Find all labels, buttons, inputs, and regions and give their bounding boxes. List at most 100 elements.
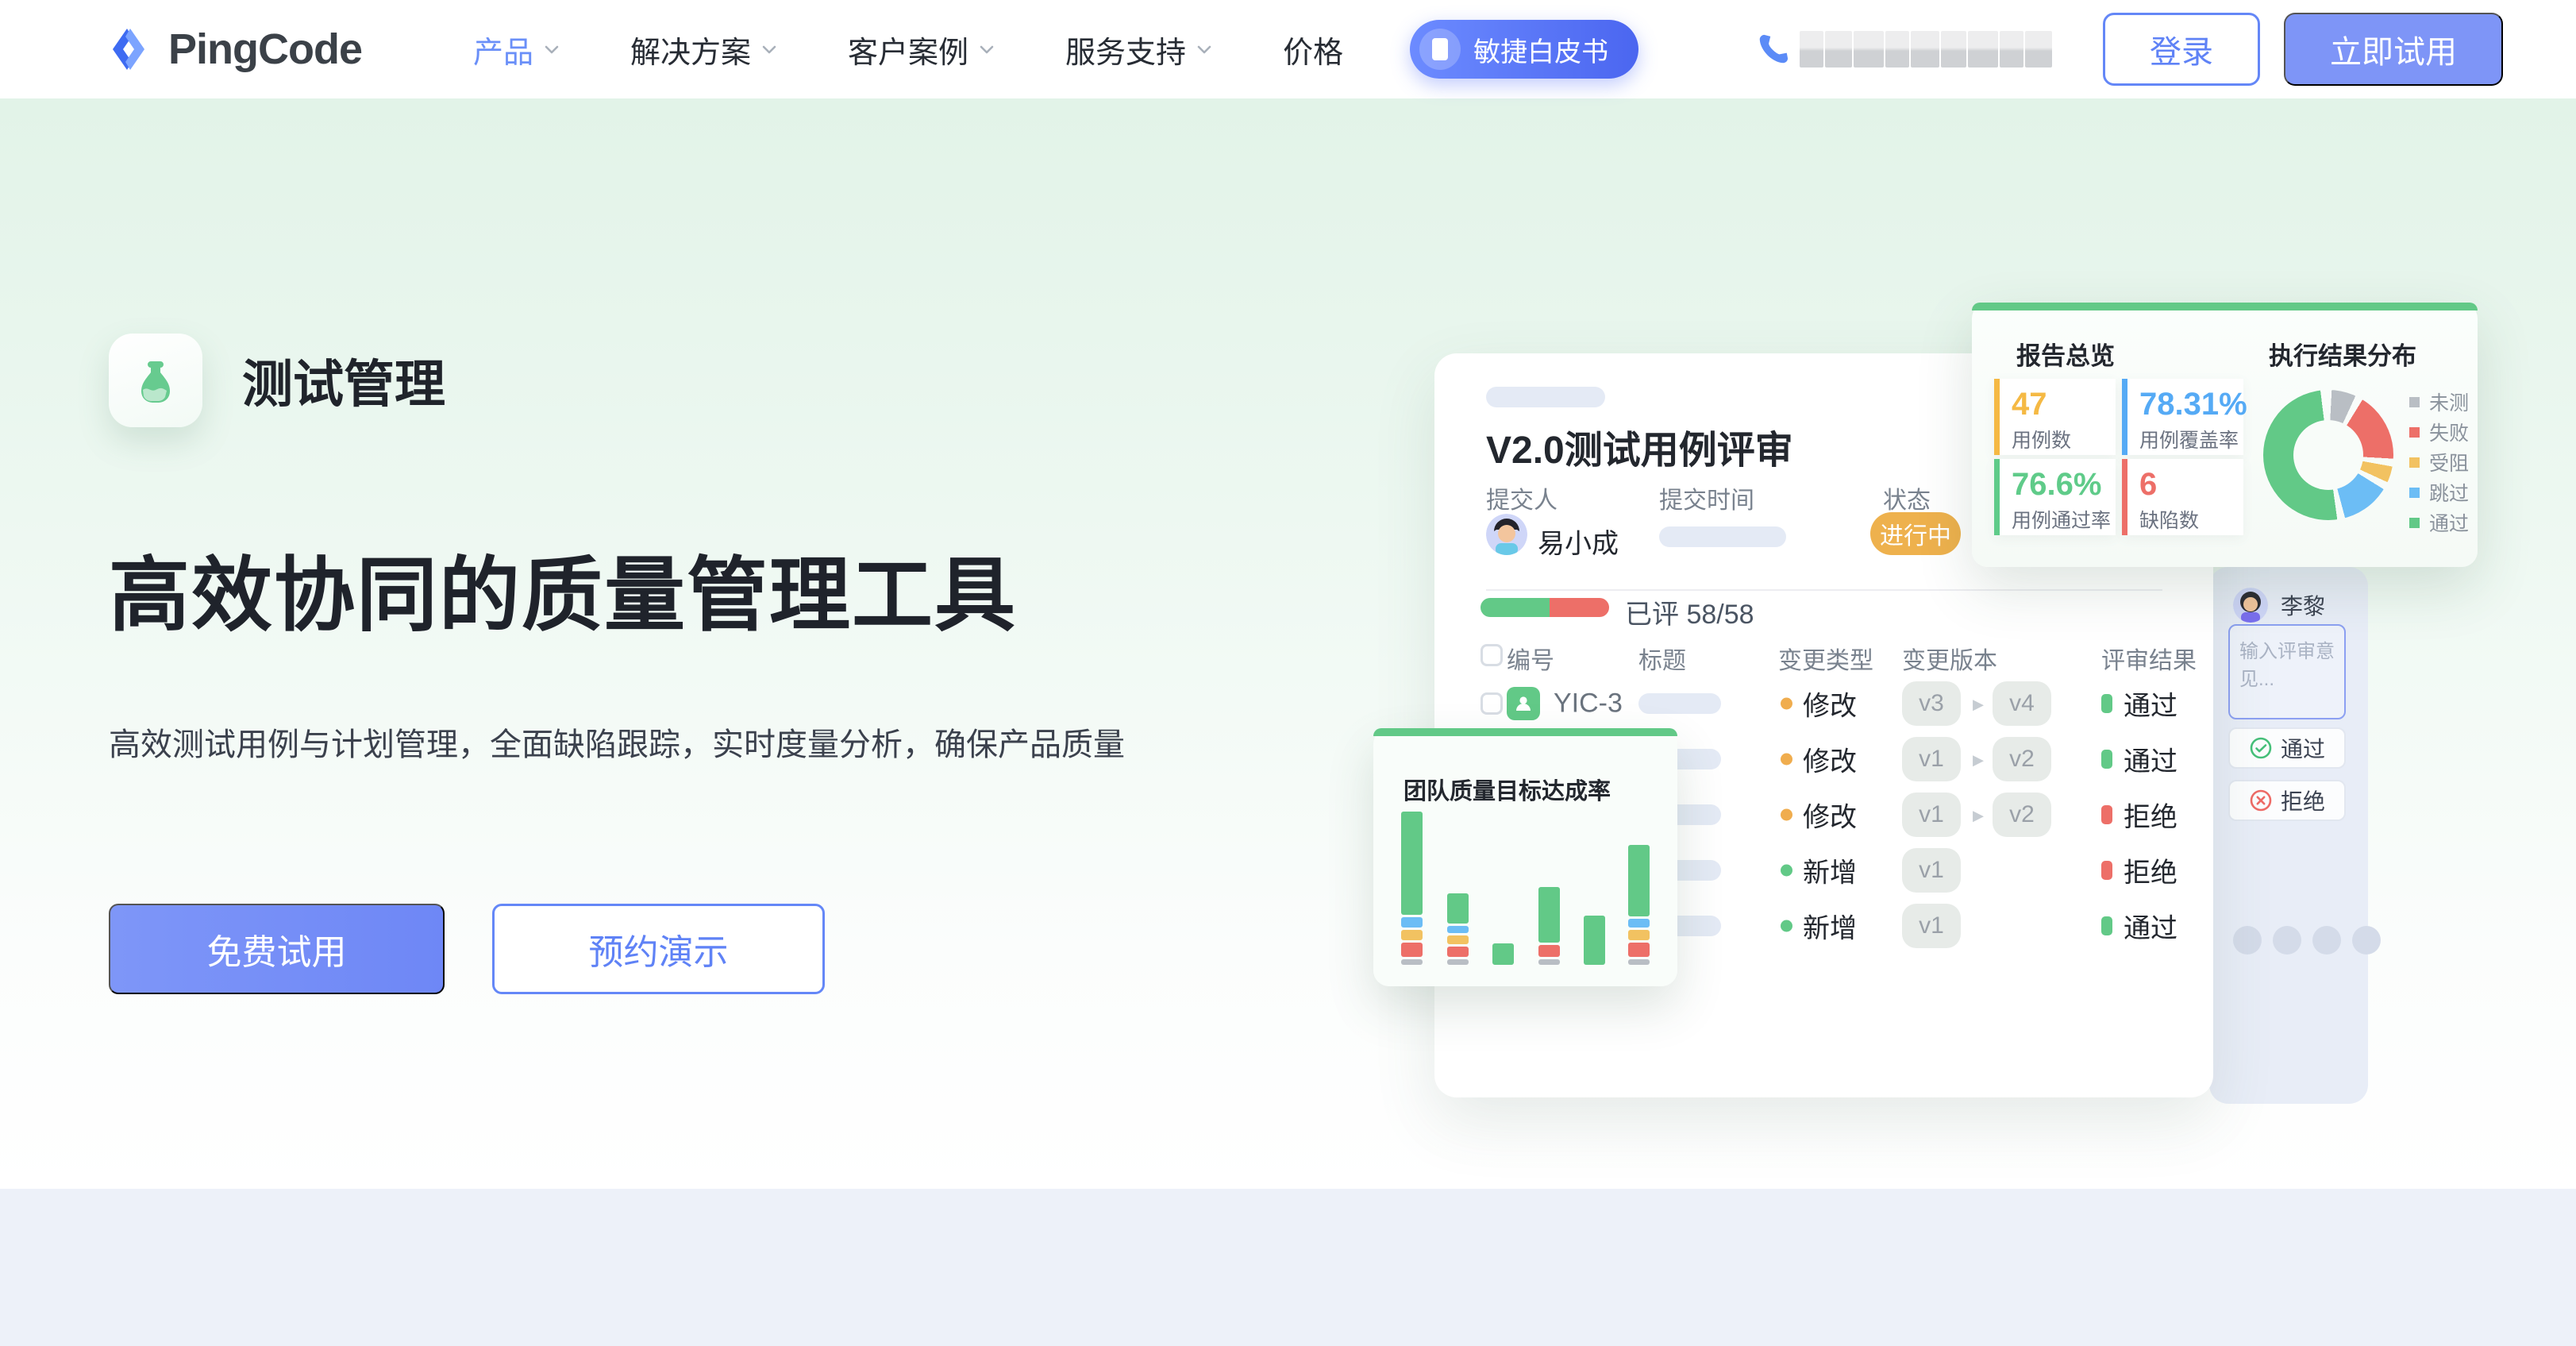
- review-progress-bar: [1481, 598, 1609, 617]
- bar-segment-通过: [1584, 916, 1605, 965]
- stat-label: 用例数: [2012, 425, 2071, 453]
- version-arrow-icon: ▸: [1973, 691, 1984, 717]
- reviewer-name: 李黎: [2281, 589, 2325, 621]
- submit-time-placeholder: [1659, 526, 1786, 547]
- nav-item-产品[interactable]: 产品: [473, 28, 560, 71]
- nav-item-label: 解决方案: [630, 28, 751, 71]
- change-type: 新增: [1803, 851, 1857, 890]
- status-label: 状态: [1883, 480, 1931, 515]
- donut-hole: [2293, 420, 2363, 490]
- chevron-down-icon: [1196, 40, 1213, 58]
- table-header-row: 编号 标题 变更类型 变更版本 评审结果: [1434, 638, 2213, 673]
- row-checkbox[interactable]: [1481, 692, 1503, 715]
- free-trial-button[interactable]: 免费试用: [109, 904, 445, 994]
- review-result: 通过: [2124, 907, 2177, 946]
- select-all-checkbox[interactable]: [1481, 644, 1503, 666]
- review-card-title: V2.0测试用例评审: [1486, 418, 1793, 474]
- chevron-down-icon: [543, 40, 560, 58]
- team-bar: [1401, 809, 1423, 965]
- bar-segment-通过: [1401, 812, 1423, 915]
- test-case-id: YIC-3: [1554, 688, 1623, 719]
- phone-number: [1755, 31, 2052, 67]
- bar-segment-通过: [1538, 887, 1560, 943]
- change-type: 新增: [1803, 907, 1857, 946]
- logo[interactable]: PingCode: [103, 24, 362, 75]
- col-header-version: 变更版本: [1902, 641, 1997, 676]
- stat-label: 用例覆盖率: [2139, 425, 2239, 453]
- status-badge: 进行中: [1870, 512, 1961, 555]
- legend-swatch: [2409, 488, 2420, 498]
- review-comment-input[interactable]: [2228, 624, 2346, 719]
- logo-text: PingCode: [168, 25, 362, 74]
- nav-menu: 产品 解决方案 客户案例 服务支持 价格: [473, 28, 1343, 71]
- stat-box-用例通过率: 76.6%用例通过率: [1994, 459, 2116, 535]
- legend-label: 未测: [2429, 388, 2469, 416]
- bar-segment-通过: [1492, 943, 1514, 965]
- team-bar: [1584, 913, 1605, 965]
- approve-button[interactable]: 通过: [2228, 727, 2346, 769]
- legend-item-跳过: 跳过: [2409, 478, 2469, 507]
- submitter-name: 易小成: [1538, 522, 1619, 561]
- legend-item-通过: 通过: [2409, 508, 2469, 537]
- report-overview-card: 报告总览 执行结果分布 47用例数78.31%用例覆盖率76.6%用例通过率6缺…: [1972, 303, 2478, 567]
- flask-icon: [130, 355, 181, 406]
- stat-accent-bar: [2122, 459, 2127, 535]
- hero-section: 测试管理 高效协同的质量管理工具 高效测试用例与计划管理，全面缺陷跟踪，实时度量…: [109, 334, 1125, 994]
- nav-item-label: 客户案例: [848, 28, 968, 71]
- col-header-id: 编号: [1507, 641, 1554, 676]
- version-from: v1: [1902, 904, 1961, 948]
- bar-segment-受阻: [1447, 935, 1469, 944]
- team-bar: [1492, 941, 1514, 965]
- pagination-dots: [2233, 926, 2381, 955]
- bar-segment-未测: [1401, 959, 1423, 965]
- report-overview-title: 报告总览: [2016, 336, 2115, 372]
- reject-button-label: 拒绝: [2281, 785, 2325, 816]
- review-action-panel: 李黎 通过 拒绝: [2209, 567, 2368, 1104]
- stat-value: 47: [2012, 387, 2047, 422]
- phone-icon: [1755, 31, 1792, 67]
- version-from: v1: [1902, 848, 1961, 893]
- result-marker: [2101, 916, 2112, 935]
- stat-value: 76.6%: [2012, 467, 2101, 503]
- stat-value: 78.31%: [2139, 387, 2247, 422]
- login-button[interactable]: 登录: [2103, 13, 2260, 86]
- nav-item-服务支持[interactable]: 服务支持: [1065, 28, 1213, 71]
- stat-accent-bar: [1994, 459, 2000, 535]
- nav-item-label: 服务支持: [1065, 28, 1186, 71]
- product-name: 测试管理: [242, 344, 445, 417]
- trial-button[interactable]: 立即试用: [2284, 13, 2503, 86]
- legend-swatch: [2409, 518, 2420, 528]
- col-header-title: 标题: [1638, 641, 1686, 676]
- x-circle-icon: [2249, 789, 2273, 812]
- reviewer-row: 李黎: [2233, 588, 2325, 623]
- chevron-down-icon: [978, 40, 995, 58]
- nav-item-解决方案[interactable]: 解决方案: [630, 28, 778, 71]
- stat-box-缺陷数: 6缺陷数: [2122, 459, 2243, 535]
- execution-result-donut-chart: [2263, 390, 2393, 520]
- whitepaper-button[interactable]: 敏捷白皮书: [1410, 20, 1638, 79]
- test-case-icon: [1507, 687, 1540, 720]
- version-from: v3: [1902, 681, 1961, 726]
- bottom-section-background: [0, 1189, 2576, 1346]
- legend-item-受阻: 受阻: [2409, 448, 2469, 476]
- team-bar: [1447, 891, 1469, 965]
- legend-item-未测: 未测: [2409, 388, 2469, 416]
- submitter-avatar: [1486, 514, 1527, 555]
- legend-swatch: [2409, 427, 2420, 438]
- col-header-type: 变更类型: [1778, 641, 1873, 676]
- redacted-phone-digits: [1800, 31, 2052, 67]
- book-demo-button[interactable]: 预约演示: [492, 904, 825, 994]
- nav-item-价格[interactable]: 价格: [1283, 28, 1343, 71]
- nav-item-客户案例[interactable]: 客户案例: [848, 28, 995, 71]
- col-header-result: 评审结果: [2101, 641, 2197, 676]
- bar-segment-跳过: [1401, 917, 1423, 928]
- nav-item-label: 价格: [1283, 28, 1343, 71]
- bar-segment-未测: [1447, 959, 1469, 965]
- reject-button[interactable]: 拒绝: [2228, 780, 2346, 821]
- version-arrow-icon: ▸: [1973, 802, 1984, 828]
- pingcode-logo-icon: [103, 24, 154, 75]
- nav-right: 登录 立即试用: [1755, 13, 2503, 86]
- flask-icon-card: [109, 334, 202, 427]
- team-quality-chart-card: 团队质量目标达成率: [1373, 728, 1677, 986]
- bar-segment-通过: [1628, 845, 1650, 917]
